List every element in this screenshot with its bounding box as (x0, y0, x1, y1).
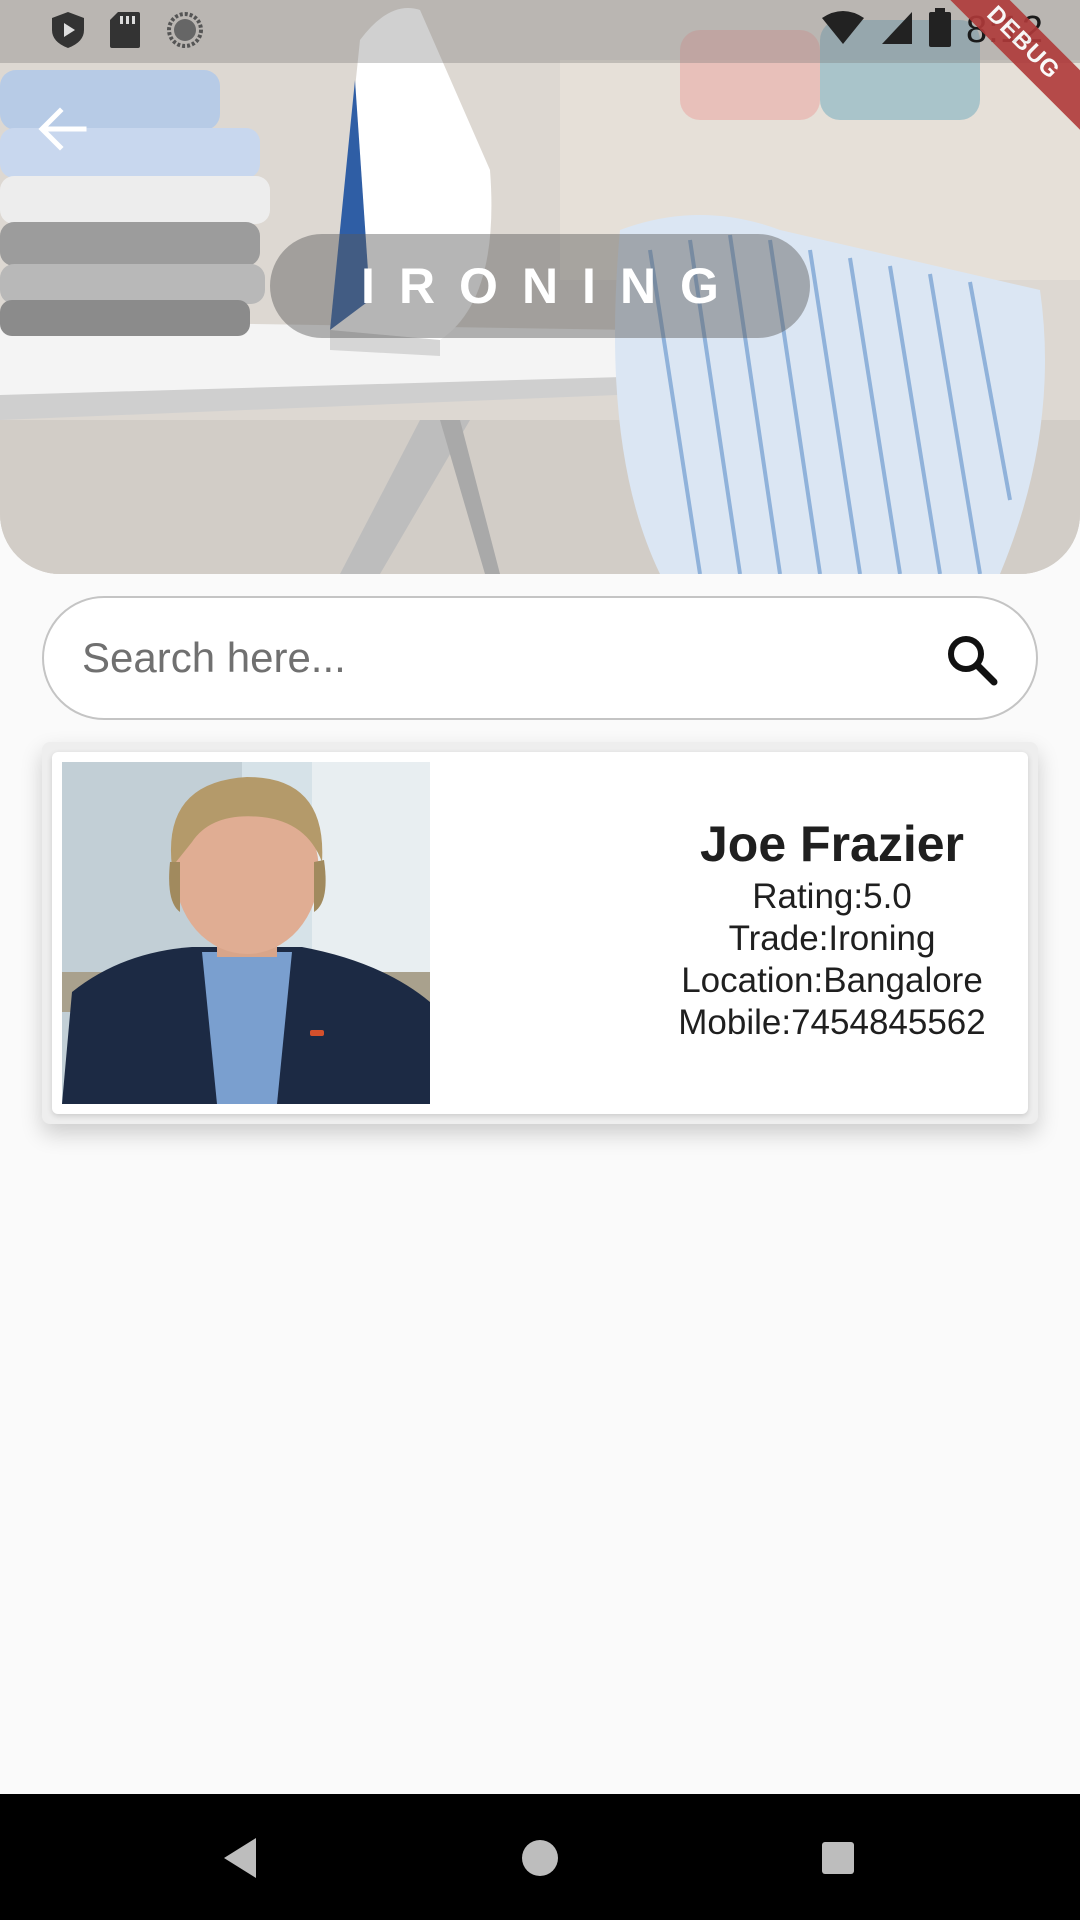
provider-trade: Trade:Ironing (728, 919, 936, 958)
battery-icon (928, 8, 952, 53)
home-circle-icon (522, 1840, 558, 1876)
provider-mobile: Mobile:7454845562 (678, 1003, 986, 1042)
status-bar: 8:12 DEBUG (0, 0, 1080, 133)
sync-circle-icon (166, 10, 203, 50)
provider-name: Joe Frazier (699, 816, 964, 872)
provider-location: Location:Bangalore (681, 961, 983, 1000)
search-input[interactable] (82, 598, 942, 718)
back-triangle-icon (224, 1838, 256, 1878)
provider-photo (62, 762, 430, 1104)
provider-info: Joe Frazier Rating:5.0 Trade:Ironing Loc… (652, 812, 1012, 1044)
wifi-icon (820, 10, 866, 51)
nav-recents-button[interactable] (812, 1832, 864, 1884)
nav-back-button[interactable] (214, 1832, 266, 1884)
search-button[interactable] (944, 632, 1000, 688)
provider-card[interactable]: Joe Frazier Rating:5.0 Trade:Ironing Loc… (52, 752, 1028, 1114)
back-button[interactable] (30, 96, 96, 162)
shield-play-icon (50, 10, 86, 50)
result-list-item[interactable]: Joe Frazier Rating:5.0 Trade:Ironing Loc… (42, 742, 1038, 1124)
page-title-pill: IRONING (270, 234, 810, 338)
arrow-back-icon (38, 107, 87, 151)
nav-home-button[interactable] (514, 1832, 566, 1884)
search-icon (948, 636, 998, 686)
page-title: IRONING (361, 258, 743, 314)
sd-card-icon (108, 10, 144, 50)
provider-rating: Rating:5.0 (752, 877, 912, 916)
system-nav-bar (0, 1794, 1080, 1920)
recents-square-icon (822, 1842, 854, 1874)
search-bar (42, 596, 1038, 720)
header-banner: 8:12 DEBUG IRONING (0, 0, 1080, 574)
signal-icon (880, 10, 914, 51)
